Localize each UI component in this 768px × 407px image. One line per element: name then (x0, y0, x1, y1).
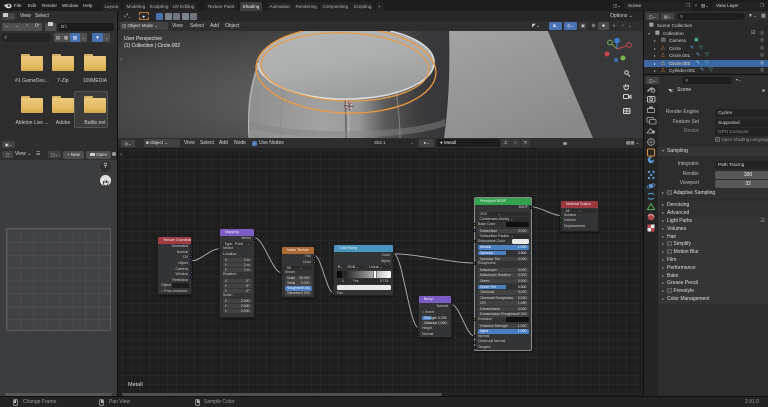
svg-text:User Perspective: User Perspective (124, 36, 162, 42)
svg-text:›: › (120, 57, 122, 63)
svg-text:(1) Collection | Circle.002: (1) Collection | Circle.002 (124, 43, 180, 49)
